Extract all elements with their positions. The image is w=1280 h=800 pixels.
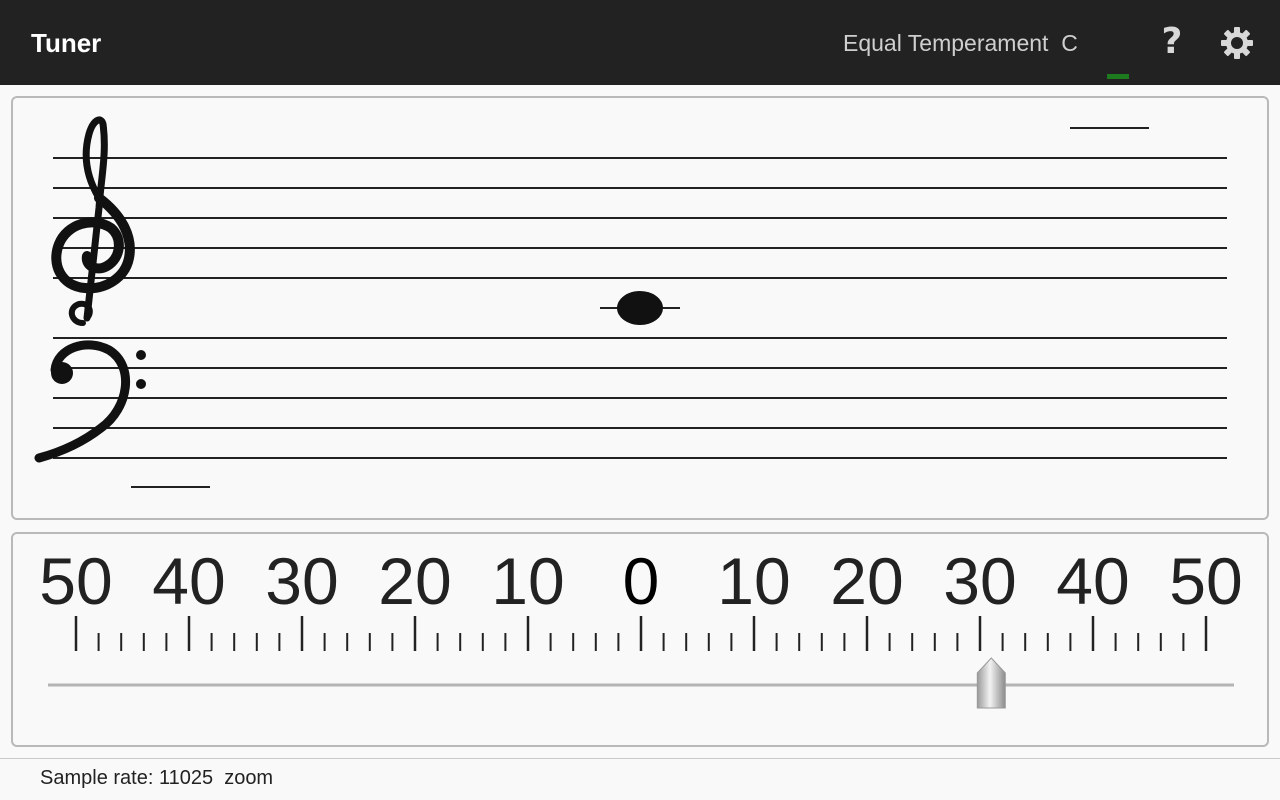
scale-ticks (74, 616, 1208, 651)
scale-label: 20 (830, 544, 903, 618)
help-icon[interactable]: ? (1155, 20, 1189, 64)
scale-label: 30 (943, 544, 1016, 618)
bass-clef (34, 340, 146, 463)
whole-note (600, 291, 680, 325)
treble-clef (51, 116, 135, 326)
scale-label: 40 (1056, 544, 1129, 618)
scale-label: 10 (717, 544, 790, 618)
cents-meter-panel: 50 40 30 20 10 0 10 20 30 40 50 (11, 532, 1269, 747)
scale-label: 30 (265, 544, 338, 618)
scale-label: 40 (152, 544, 225, 618)
scale-label: 50 (39, 544, 112, 618)
app-title: Tuner (31, 28, 102, 58)
scale-label: 10 (491, 544, 564, 618)
cents-meter: 50 40 30 20 10 0 10 20 30 40 50 (39, 544, 1243, 709)
app-bar: Tuner Equal Temperament C ? (0, 0, 1280, 85)
scale-label: 50 (1169, 544, 1242, 618)
divider (0, 758, 1280, 759)
signal-indicator (1107, 74, 1129, 79)
gear-icon[interactable] (1218, 24, 1256, 62)
pointer-thumb-icon[interactable] (976, 657, 1006, 709)
status-text: Sample rate: 11025 zoom (40, 767, 274, 789)
temperament-selector[interactable]: Equal Temperament C (843, 30, 1078, 57)
scale-label: 20 (378, 544, 451, 618)
staff-panel (11, 96, 1269, 520)
scale-label-center: 0 (623, 544, 660, 618)
scale-labels: 50 40 30 20 10 0 10 20 30 40 50 (39, 544, 1242, 618)
staff-display (34, 116, 1227, 488)
